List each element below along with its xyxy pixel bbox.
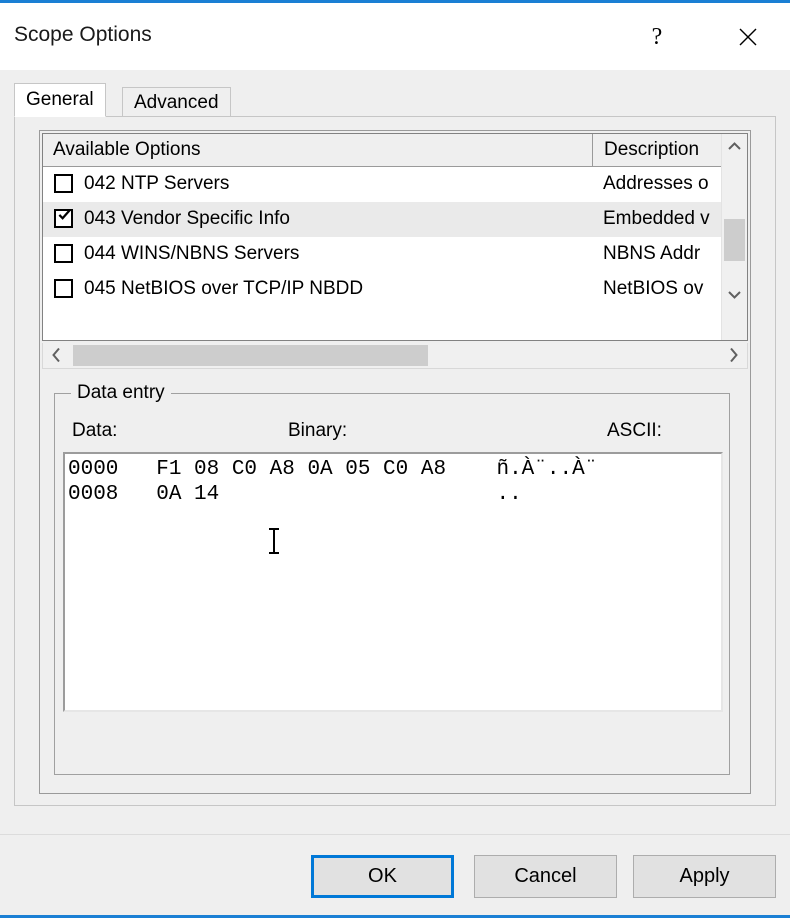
- checkbox-044-wins-nbns-servers[interactable]: [54, 244, 73, 263]
- label-ascii: ASCII:: [607, 420, 662, 441]
- data-entry-groupbox: Data entry Data: Binary: ASCII: 0000 F1 …: [54, 381, 730, 775]
- title-bar: Scope Options ?: [0, 3, 790, 70]
- checkbox-045-netbios-over-tcpip-nbdd[interactable]: [54, 279, 73, 298]
- hex-data-editor[interactable]: 0000 F1 08 C0 A8 0A 05 C0 A8 ñ.À¨..À¨ 00…: [63, 452, 723, 712]
- option-description: NBNS Addr: [603, 243, 701, 264]
- table-row[interactable]: 044 WINS/NBNS Servers NBNS Addr: [43, 237, 723, 272]
- horizontal-scrollbar[interactable]: [42, 343, 748, 369]
- available-options-list[interactable]: Available Options Description 042 NTP Se…: [42, 133, 748, 341]
- option-label: 043 Vendor Specific Info: [84, 208, 290, 229]
- label-data: Data:: [72, 420, 118, 441]
- tab-general[interactable]: General: [14, 83, 106, 117]
- window-title: Scope Options: [14, 23, 152, 46]
- groupbox-legend: Data entry: [71, 381, 171, 405]
- chevron-down-icon: [728, 291, 741, 299]
- label-binary: Binary:: [288, 420, 348, 441]
- checkmark-icon: [58, 209, 71, 220]
- dialog-button-bar: OK Cancel Apply: [0, 835, 790, 915]
- table-row[interactable]: 042 NTP Servers Addresses o: [43, 167, 723, 202]
- scroll-right-button[interactable]: [721, 343, 746, 367]
- checkbox-042-ntp-servers[interactable]: [54, 174, 73, 193]
- close-button[interactable]: [726, 17, 770, 57]
- scroll-left-button[interactable]: [44, 343, 69, 367]
- scroll-down-button[interactable]: [722, 282, 747, 307]
- list-header-row: Available Options Description: [43, 134, 747, 167]
- table-row[interactable]: 043 Vendor Specific Info Embedded v: [43, 202, 723, 237]
- table-row[interactable]: 045 NetBIOS over TCP/IP NBDD NetBIOS ov: [43, 272, 723, 307]
- vertical-scrollbar-thumb[interactable]: [724, 219, 745, 261]
- option-description: Addresses o: [603, 173, 709, 194]
- option-description: Embedded v: [603, 208, 710, 229]
- tab-strip: General Advanced: [14, 83, 776, 117]
- checkbox-043-vendor-specific-info[interactable]: [54, 209, 73, 228]
- chevron-left-icon: [52, 347, 60, 363]
- close-x-icon: [739, 28, 757, 46]
- tab-advanced[interactable]: Advanced: [122, 87, 231, 117]
- question-mark-icon: ?: [651, 24, 663, 50]
- chevron-up-icon: [728, 142, 741, 150]
- option-label: 042 NTP Servers: [84, 173, 230, 194]
- help-button[interactable]: ?: [635, 17, 679, 57]
- option-label: 045 NetBIOS over TCP/IP NBDD: [84, 278, 364, 299]
- panel-inner-frame: Available Options Description 042 NTP Se…: [39, 130, 751, 794]
- list-body: 042 NTP Servers Addresses o 043 Vendor S…: [43, 167, 723, 307]
- tab-panel-general: Available Options Description 042 NTP Se…: [14, 116, 776, 806]
- horizontal-scrollbar-thumb[interactable]: [73, 345, 428, 366]
- scope-options-dialog: Scope Options ? General Advanced Availab…: [0, 0, 790, 918]
- chevron-right-icon: [730, 347, 738, 363]
- apply-button[interactable]: Apply: [633, 855, 776, 898]
- vertical-scrollbar[interactable]: [721, 134, 747, 340]
- cancel-button[interactable]: Cancel: [474, 855, 617, 898]
- scroll-up-button[interactable]: [722, 134, 747, 159]
- option-description: NetBIOS ov: [603, 278, 704, 299]
- column-header-available-options[interactable]: Available Options: [43, 134, 593, 166]
- option-label: 044 WINS/NBNS Servers: [84, 243, 300, 264]
- ok-button[interactable]: OK: [311, 855, 454, 898]
- hex-dump-text: 0000 F1 08 C0 A8 0A 05 C0 A8 ñ.À¨..À¨ 00…: [68, 458, 598, 506]
